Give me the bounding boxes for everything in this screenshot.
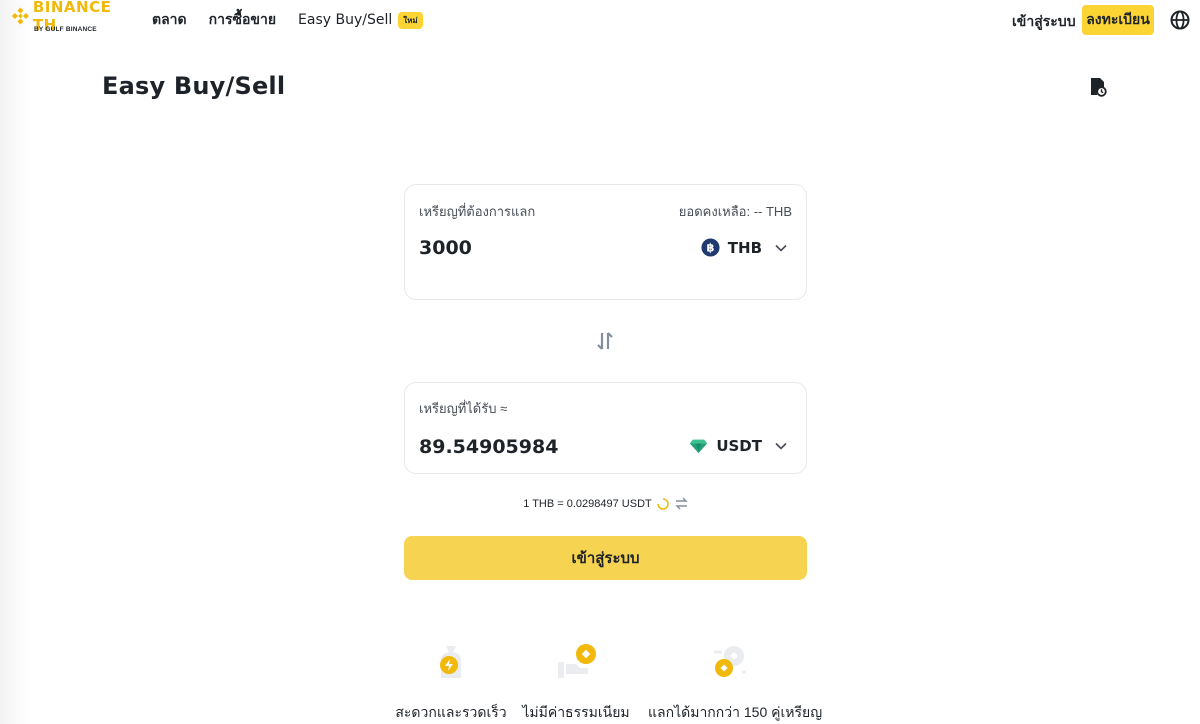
logo-subtitle: BY GULF BINANCE: [34, 26, 97, 33]
main-nav: ตลาด การซื้อขาย Easy Buy/Sell ใหม่: [152, 0, 445, 40]
feature-label: แลกได้มากกว่า 150 คู่เหรียญ: [648, 704, 823, 720]
money-bag-bolt-icon: [440, 646, 461, 678]
pay-card: เหรียญที่ต้องการแลก ยอดคงเหลือ: -- THB 3…: [404, 184, 807, 300]
usdt-gem-icon: [690, 439, 708, 454]
pay-label: เหรียญที่ต้องการแลก: [419, 204, 536, 219]
chevron-down-icon: [775, 244, 787, 252]
receive-amount-input[interactable]: 89.54905984: [419, 436, 558, 458]
baht-coin-icon: ฿: [701, 238, 720, 257]
globe-icon[interactable]: [1170, 10, 1190, 30]
receive-label: เหรียญที่ได้รับ ≈: [419, 401, 508, 416]
svg-text:฿: ฿: [706, 240, 714, 254]
exchange-rate-text: 1 THB = 0.0298497 USDT: [523, 497, 652, 510]
nav-item-market[interactable]: ตลาด: [152, 9, 187, 31]
receive-asset-name: USDT: [716, 436, 762, 455]
new-badge: ใหม่: [398, 11, 423, 29]
hand-coin-icon: [558, 644, 596, 678]
pay-asset-name: THB: [727, 238, 762, 257]
page-title: Easy Buy/Sell: [102, 72, 286, 100]
pay-asset-selector[interactable]: ฿ THB: [701, 238, 788, 257]
nav-item-easy-buy-sell[interactable]: Easy Buy/Sell ใหม่: [298, 11, 423, 29]
nav-item-trade[interactable]: การซื้อขาย: [209, 9, 276, 31]
refresh-rate-icon[interactable]: [675, 497, 688, 510]
binance-th-logo[interactable]: BINANCE TH BY GULF BINANCE: [12, 0, 134, 36]
feature-pairs: แลกได้มากกว่า 150 คู่เหรียญ: [648, 640, 823, 724]
coin-exchange-icon: [714, 646, 746, 677]
binance-logo-icon: [12, 7, 29, 25]
receive-card: เหรียญที่ได้รับ ≈ 89.54905984 USDT: [404, 382, 807, 474]
chevron-down-icon: [775, 442, 787, 450]
nav-item-easy-label: Easy Buy/Sell: [298, 12, 393, 28]
receive-asset-selector[interactable]: USDT: [689, 436, 788, 455]
register-button[interactable]: ลงทะเบียน: [1082, 5, 1154, 35]
order-history-icon[interactable]: [1089, 77, 1107, 97]
feature-label: สะดวกและรวดเร็ว: [395, 704, 507, 720]
exchange-rate: 1 THB = 0.0298497 USDT: [404, 497, 807, 510]
pay-amount-input[interactable]: 3000: [419, 237, 472, 259]
loading-spinner-icon: [657, 497, 669, 510]
feature-label: ไม่มีค่าธรรมเนียม: [522, 704, 630, 720]
swap-direction-icon[interactable]: [595, 330, 615, 352]
feature-no-fee: ไม่มีค่าธรรมเนียม: [516, 640, 636, 724]
edge-shade: [0, 0, 30, 724]
top-navbar: BINANCE TH BY GULF BINANCE ตลาด การซื้อข…: [0, 0, 1200, 40]
login-button[interactable]: เข้าสู่ระบบ: [404, 536, 807, 580]
header-login-link[interactable]: เข้าสู่ระบบ: [1012, 11, 1076, 33]
feature-fast: สะดวกและรวดเร็ว: [392, 640, 510, 724]
balance-text: ยอดคงเหลือ: -- THB: [678, 204, 792, 219]
